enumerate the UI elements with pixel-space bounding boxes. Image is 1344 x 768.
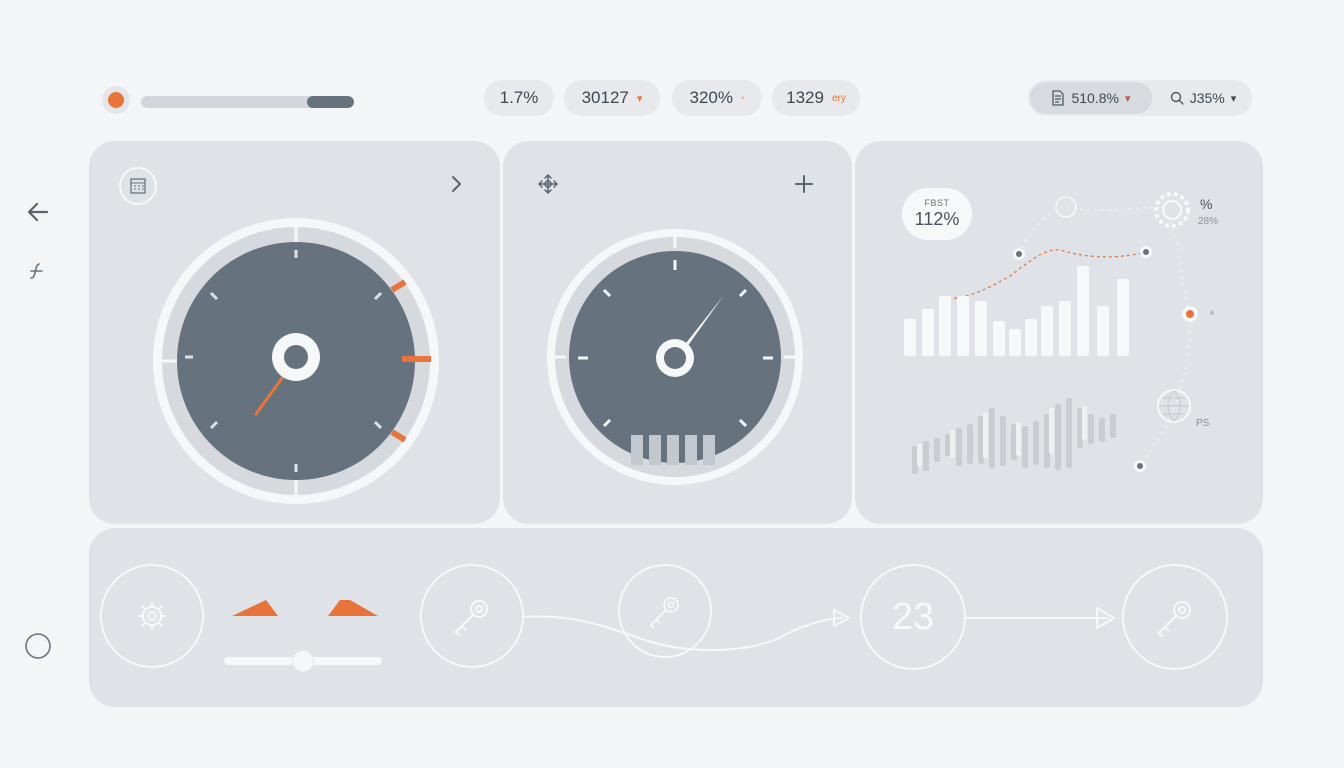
key-step-1[interactable] bbox=[420, 564, 524, 668]
key-step-3[interactable] bbox=[1122, 564, 1228, 670]
key-icon bbox=[649, 597, 679, 630]
stat-suffix: ◦ bbox=[740, 92, 745, 104]
status-dot-inner bbox=[108, 92, 124, 108]
search-dropdown[interactable]: J35% ▾ bbox=[1156, 82, 1250, 114]
count-step[interactable]: 23 bbox=[860, 564, 966, 670]
stat-suffix: ery bbox=[831, 92, 846, 104]
report-dropdown[interactable]: 510.8% ▾ bbox=[1030, 82, 1152, 114]
stat-value: 1329 bbox=[786, 88, 824, 107]
key-icon bbox=[1157, 601, 1191, 638]
arrow-right-icon[interactable] bbox=[326, 596, 380, 618]
arrow-left-icon[interactable] bbox=[228, 596, 280, 618]
workflow-slider-thumb[interactable] bbox=[293, 651, 313, 671]
circle-icon[interactable] bbox=[24, 632, 52, 660]
stat-value: 30127 bbox=[581, 88, 629, 107]
search-icon bbox=[1170, 91, 1184, 105]
top-right-sublabel: 28% bbox=[1198, 216, 1219, 227]
marker-label: ᵃ bbox=[1210, 309, 1214, 320]
top-right-label: % bbox=[1200, 196, 1213, 212]
progress-fill bbox=[307, 96, 354, 108]
search-value: J35% bbox=[1189, 90, 1225, 106]
back-arrow-icon[interactable] bbox=[24, 198, 52, 226]
stat-pill-1[interactable]: 1.7% bbox=[484, 80, 554, 116]
stat-value: 1.7% bbox=[499, 88, 539, 107]
plus-icon[interactable] bbox=[792, 172, 816, 196]
speedometer-small bbox=[547, 229, 803, 485]
step-number: 23 bbox=[891, 595, 935, 638]
function-icon[interactable] bbox=[26, 260, 48, 282]
globe-label: PS bbox=[1196, 418, 1210, 429]
document-icon bbox=[1052, 90, 1065, 106]
gear-icon bbox=[138, 602, 166, 630]
calendar-icon[interactable] bbox=[118, 166, 158, 206]
stat-pill-2[interactable]: 30127 ▾ bbox=[564, 80, 660, 116]
key-step-2[interactable] bbox=[618, 564, 712, 658]
stat-value: 320% bbox=[689, 88, 733, 107]
key-icon bbox=[454, 600, 488, 637]
caret-down-icon: ▾ bbox=[1230, 92, 1237, 105]
settings-step[interactable] bbox=[100, 564, 204, 668]
caret-down-icon: ▾ bbox=[636, 92, 643, 105]
speedometer-large bbox=[153, 218, 439, 504]
caret-down-icon: ▾ bbox=[1124, 92, 1131, 105]
stat-pill-3[interactable]: 320% ◦ bbox=[672, 80, 762, 116]
progress-track bbox=[141, 96, 354, 108]
move-icon[interactable] bbox=[536, 172, 560, 196]
chevron-right-icon[interactable] bbox=[444, 172, 468, 196]
stat-pill-4[interactable]: 1329 ery bbox=[772, 80, 860, 116]
report-value: 510.8% bbox=[1071, 90, 1119, 106]
